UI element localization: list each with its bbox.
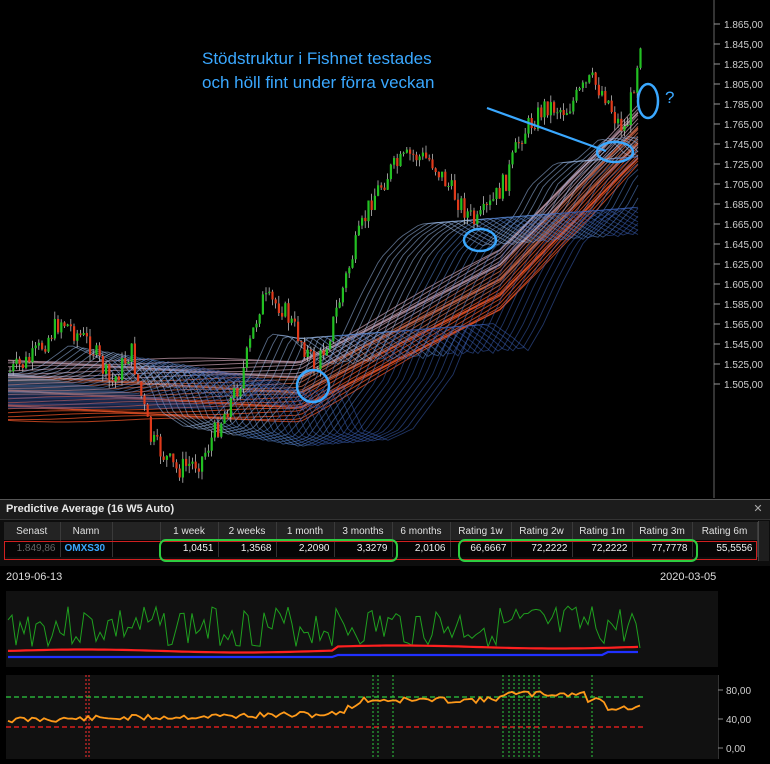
date-end: 2020-03-05: [660, 571, 717, 583]
col-header-rating-1m[interactable]: Rating 1m: [572, 522, 633, 540]
col-header-2-weeks[interactable]: 2 weeks: [218, 522, 277, 540]
close-icon[interactable]: ✕: [752, 502, 764, 515]
price-axis-tick: 1.785,00: [724, 100, 763, 111]
price-axis-tick: 1.665,00: [724, 220, 763, 231]
table-scrollbar[interactable]: [758, 521, 769, 561]
cell-1-week: 1,0451: [160, 540, 219, 557]
osc1-blue-line: [8, 650, 638, 659]
price-axis-tick: 1.645,00: [724, 240, 763, 251]
date-start: 2019-06-13: [6, 571, 63, 583]
price-axis-tick: 1.525,00: [724, 360, 763, 371]
osc1-red-line: [7, 644, 639, 654]
col-header-blank[interactable]: [112, 522, 161, 540]
price-axis: 1.865,00 1.845,00 1.825,00 1.805,00 1.785,00…: [714, 20, 763, 391]
cell-3-months: 3,3279: [334, 540, 393, 557]
col-header-senast[interactable]: Senast: [4, 522, 61, 540]
cell-rating-2w: 72,2222: [511, 540, 573, 557]
candlesticks: [9, 47, 642, 483]
col-header-1-week[interactable]: 1 week: [160, 522, 219, 540]
predictive-average-table[interactable]: Senast Namn 1 week 2 weeks 1 month 3 mon…: [0, 519, 770, 566]
price-axis-tick: 1.685,00: [724, 200, 763, 211]
price-axis-tick: 1.505,00: [724, 380, 763, 391]
price-axis-tick: 1.565,00: [724, 320, 763, 331]
indicator-panel-header[interactable]: Predictive Average (16 W5 Auto) ✕: [0, 499, 770, 519]
panel-title: Predictive Average (16 W5 Auto): [6, 503, 175, 515]
col-header-rating-3m[interactable]: Rating 3m: [632, 522, 693, 540]
osc2-tick-0: 0,00: [726, 744, 746, 755]
annotation-arrow-line: [486, 106, 607, 153]
annotation-line-2: och höll fint under förra veckan: [202, 73, 435, 92]
osc2-orange-line: [7, 690, 641, 724]
price-axis-tick: 1.725,00: [724, 160, 763, 171]
osc2-tick-80: 80,00: [726, 686, 751, 697]
price-axis-tick: 1.705,00: [724, 180, 763, 191]
cell-rating-6m: 55,5556: [692, 540, 758, 557]
annotation-text: Stödstruktur i Fishnet testades och höll…: [202, 47, 502, 95]
col-header-namn[interactable]: Namn: [60, 522, 113, 540]
price-axis-tick: 1.745,00: [724, 140, 763, 151]
highlight-ellipse-4: [636, 82, 660, 120]
annotation-question-mark: ?: [665, 88, 675, 107]
price-axis-tick: 1.545,00: [724, 340, 763, 351]
oscillator-panel-2[interactable]: [6, 675, 718, 759]
cell-2-weeks: 1,3568: [218, 540, 277, 557]
date-range-bar: 2019-06-13 2020-03-05: [0, 567, 770, 587]
data-table: Senast Namn 1 week 2 weeks 1 month 3 mon…: [4, 522, 758, 557]
price-axis-tick: 1.605,00: [724, 280, 763, 291]
cell-namn[interactable]: OMXS30: [60, 540, 113, 557]
col-header-rating-2w[interactable]: Rating 2w: [511, 522, 573, 540]
col-header-1-month[interactable]: 1 month: [276, 522, 335, 540]
table-row[interactable]: 1.849,86 OMXS30 1,0451 1,3568 2,2090 3,3…: [4, 540, 758, 557]
cell-blank: [112, 540, 161, 557]
cell-rating-1m: 72,2222: [572, 540, 633, 557]
oscillator-panel-1[interactable]: [6, 591, 718, 667]
oscillator-2-canvas[interactable]: [6, 675, 718, 759]
price-axis-tick: 1.845,00: [724, 40, 763, 51]
col-header-rating-1w[interactable]: Rating 1w: [450, 522, 512, 540]
cell-rating-3m: 77,7778: [632, 540, 693, 557]
cell-1-month: 2,2090: [276, 540, 335, 557]
cell-senast: 1.849,86: [4, 540, 61, 557]
oscillator-2-axis: 80,00 40,00 0,00: [717, 675, 770, 759]
price-axis-tick: 1.585,00: [724, 300, 763, 311]
price-axis-tick: 1.765,00: [724, 120, 763, 131]
cell-rating-1w: 66,6667: [450, 540, 512, 557]
col-header-rating-6m[interactable]: Rating 6m: [692, 522, 758, 540]
price-axis-tick: 1.625,00: [724, 260, 763, 271]
price-axis-tick: 1.805,00: [724, 80, 763, 91]
osc1-green-line: [7, 605, 641, 649]
price-axis-tick: 1.825,00: [724, 60, 763, 71]
cell-6-months: 2,0106: [392, 540, 451, 557]
col-header-3-months[interactable]: 3 months: [334, 522, 393, 540]
fishnet-ribbons: [7, 104, 639, 447]
price-axis-tick: 1.865,00: [724, 20, 763, 31]
osc2-tick-40: 40,00: [726, 715, 751, 726]
oscillator-1-canvas[interactable]: [6, 591, 718, 667]
annotation-line-1: Stödstruktur i Fishnet testades: [202, 49, 432, 68]
table-header-row: Senast Namn 1 week 2 weeks 1 month 3 mon…: [4, 522, 758, 540]
col-header-6-months[interactable]: 6 months: [392, 522, 451, 540]
